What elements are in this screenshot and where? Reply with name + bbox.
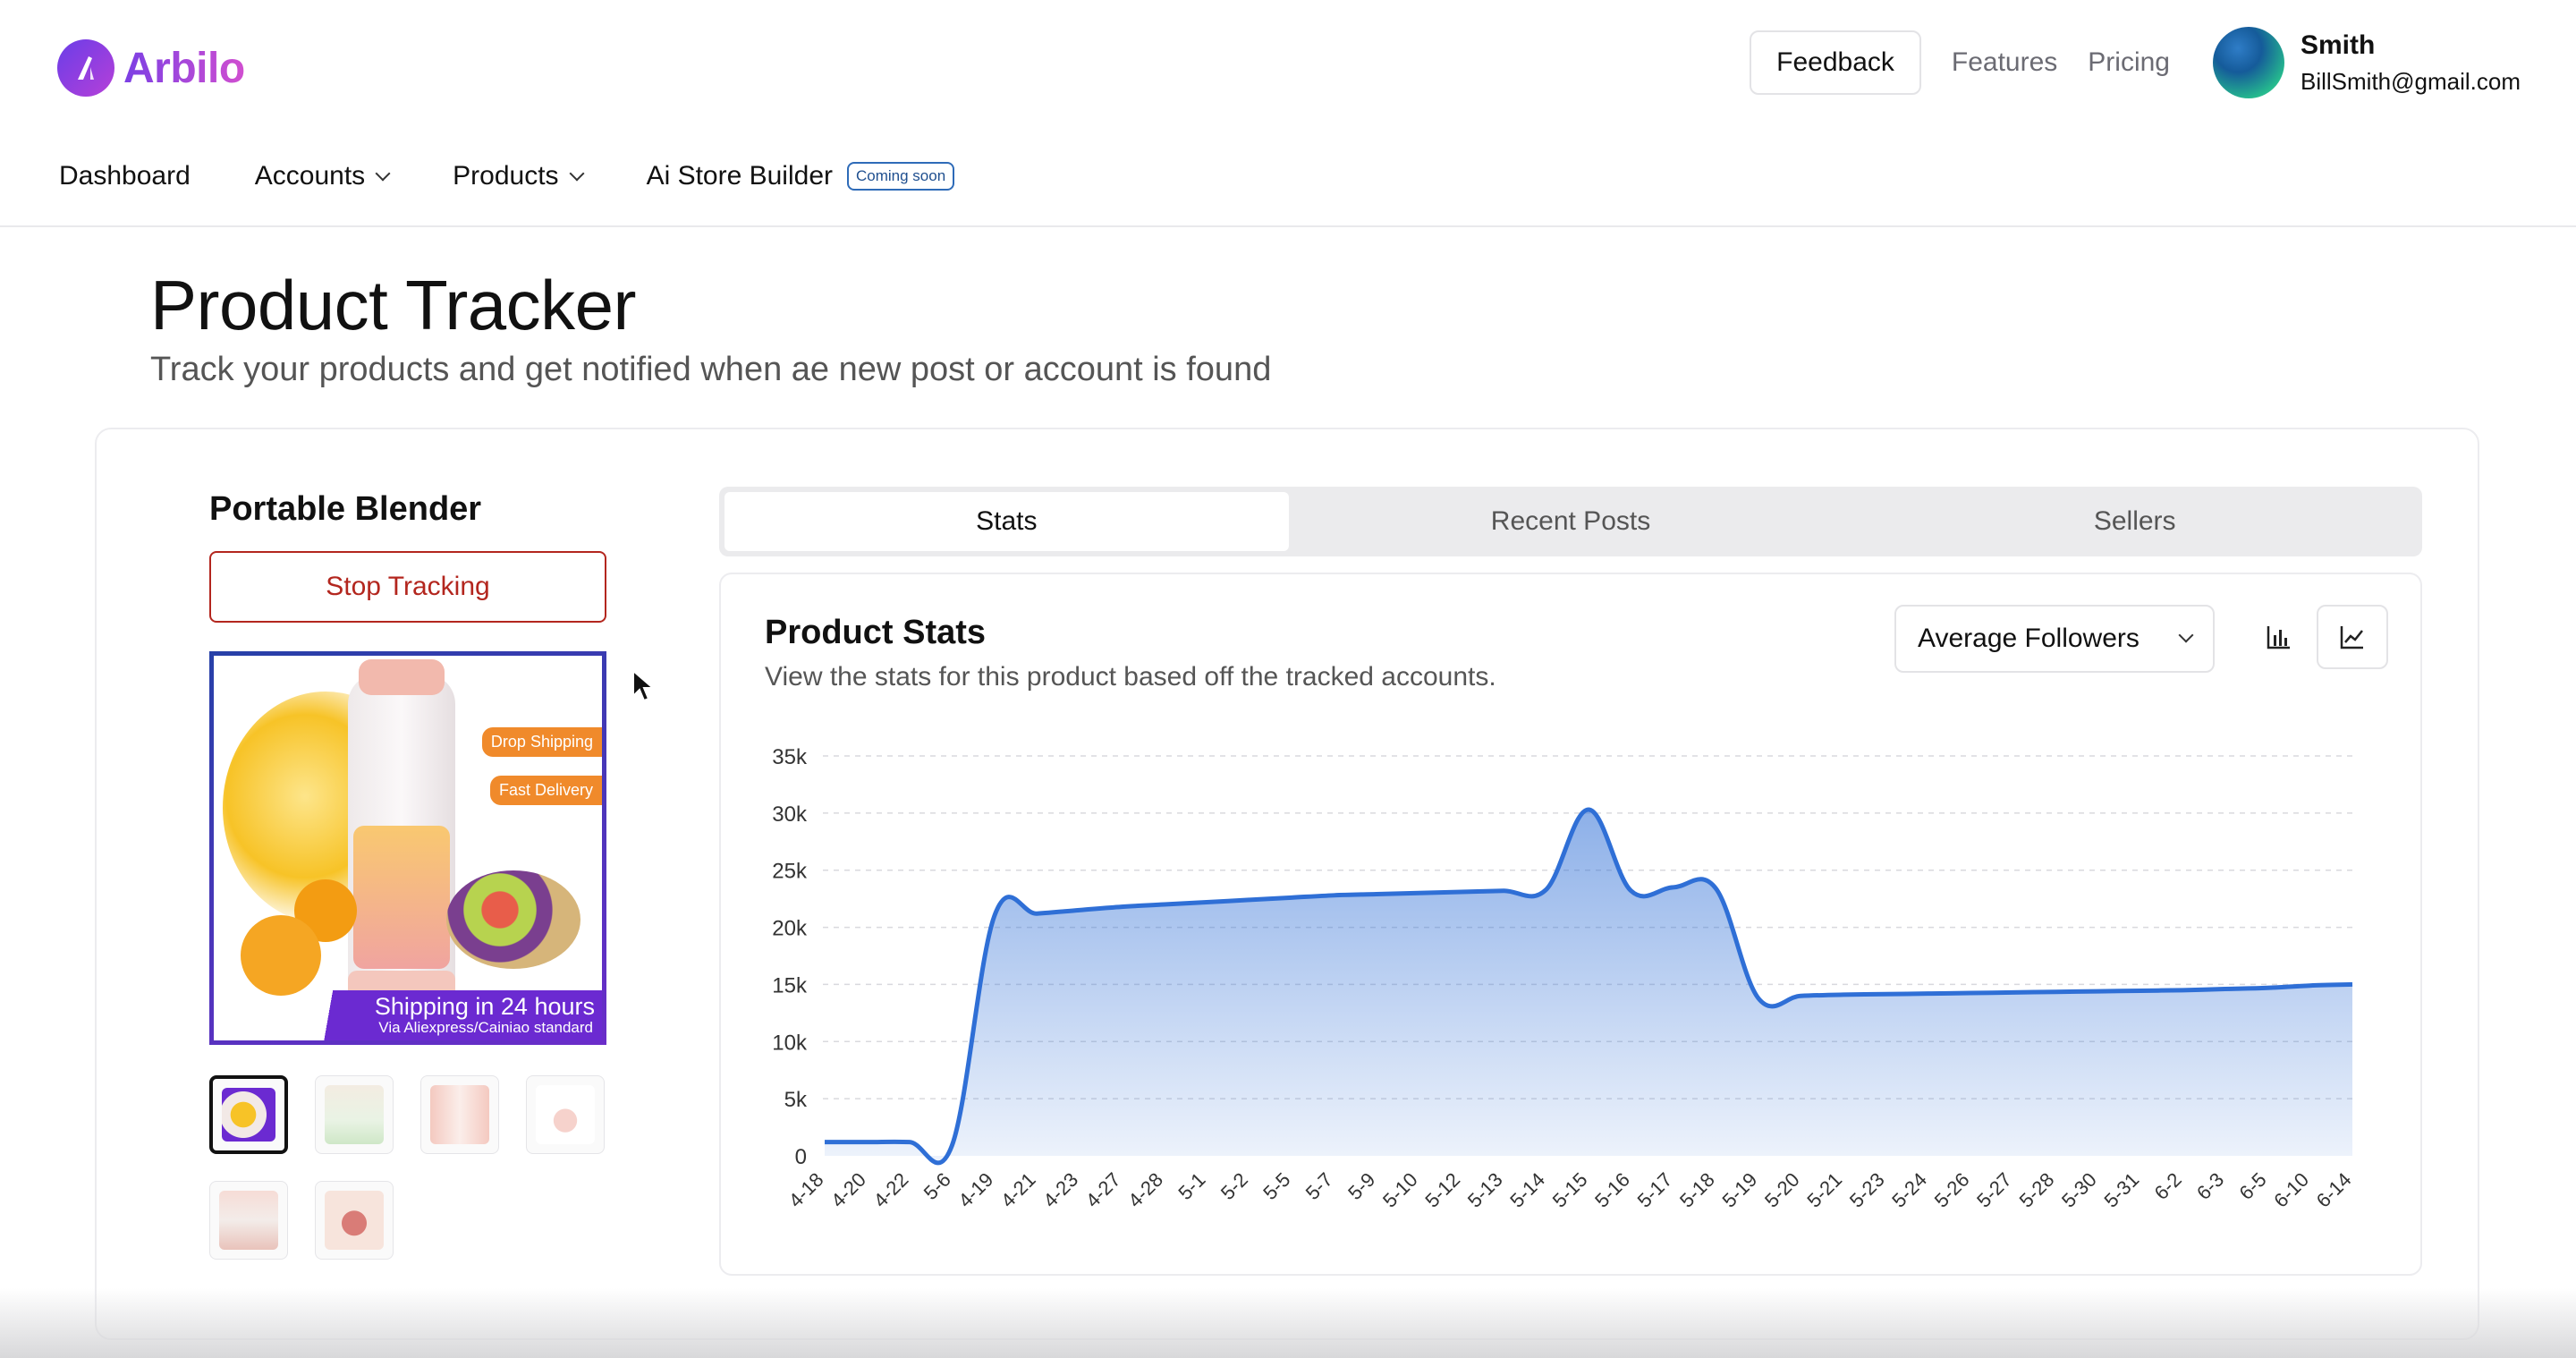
x-tick-label: 5-28 — [2015, 1168, 2059, 1212]
x-tick-label: 5-7 — [1301, 1168, 1337, 1204]
x-tick-label: 4-19 — [953, 1168, 997, 1212]
x-tick-label: 4-22 — [869, 1168, 913, 1212]
x-tick-label: 5-10 — [1378, 1168, 1422, 1212]
x-tick-label: 5-17 — [1633, 1168, 1677, 1212]
x-tick-label: 6-2 — [2150, 1168, 2186, 1204]
x-tick-label: 5-13 — [1463, 1168, 1507, 1212]
y-tick-label: 0 — [795, 1145, 807, 1169]
x-tick-label: 4-20 — [826, 1168, 870, 1212]
y-tick-label: 20k — [772, 917, 808, 941]
mouse-cursor-icon — [632, 669, 655, 702]
x-tick-label: 5-20 — [1760, 1168, 1804, 1212]
x-tick-label: 5-21 — [1802, 1168, 1846, 1212]
x-tick-label: 5-19 — [1717, 1168, 1761, 1212]
x-tick-label: 4-28 — [1123, 1168, 1167, 1212]
series-area — [825, 810, 2352, 1163]
x-tick-label: 5-30 — [2057, 1168, 2101, 1212]
x-tick-label: 5-6 — [919, 1168, 955, 1204]
x-tick-label: 5-16 — [1590, 1168, 1634, 1212]
x-tick-label: 5-15 — [1548, 1168, 1592, 1212]
x-tick-label: 4-27 — [1081, 1168, 1125, 1212]
x-tick-label: 5-27 — [1972, 1168, 2016, 1212]
y-tick-label: 25k — [772, 860, 808, 884]
x-tick-label: 5-31 — [2099, 1168, 2143, 1212]
x-tick-label: 5-14 — [1505, 1168, 1549, 1212]
average-followers-chart: 0 5k 10k 15k 20k 25k 30k 35k 4-184-204-22 5-64-19… — [772, 745, 2356, 1212]
x-tick-label: 5-9 — [1343, 1168, 1379, 1204]
x-tick-label: 6-3 — [2192, 1168, 2228, 1204]
x-tick-label: 5-5 — [1258, 1168, 1294, 1204]
x-tick-label: 6-10 — [2269, 1168, 2313, 1212]
x-tick-label: 4-18 — [784, 1168, 828, 1212]
x-tick-label: 6-5 — [2234, 1168, 2270, 1204]
x-tick-label: 5-1 — [1174, 1168, 1209, 1204]
x-tick-label: 5-23 — [1845, 1168, 1889, 1212]
x-tick-label: 5-2 — [1216, 1168, 1252, 1204]
x-tick-label: 5-12 — [1420, 1168, 1464, 1212]
x-tick-label: 5-18 — [1675, 1168, 1719, 1212]
x-tick-label: 4-23 — [1038, 1168, 1082, 1212]
x-tick-label: 6-14 — [2312, 1168, 2356, 1212]
x-tick-label: 5-24 — [1887, 1168, 1931, 1212]
y-tick-label: 10k — [772, 1031, 808, 1055]
y-tick-label: 5k — [784, 1088, 808, 1112]
y-tick-label: 30k — [772, 802, 808, 827]
x-tick-label: 5-26 — [1930, 1168, 1974, 1212]
y-tick-label: 15k — [772, 973, 808, 997]
y-tick-label: 35k — [772, 745, 808, 769]
x-tick-label: 4-21 — [996, 1168, 1040, 1212]
bottom-edge-shadow — [0, 1288, 2576, 1358]
